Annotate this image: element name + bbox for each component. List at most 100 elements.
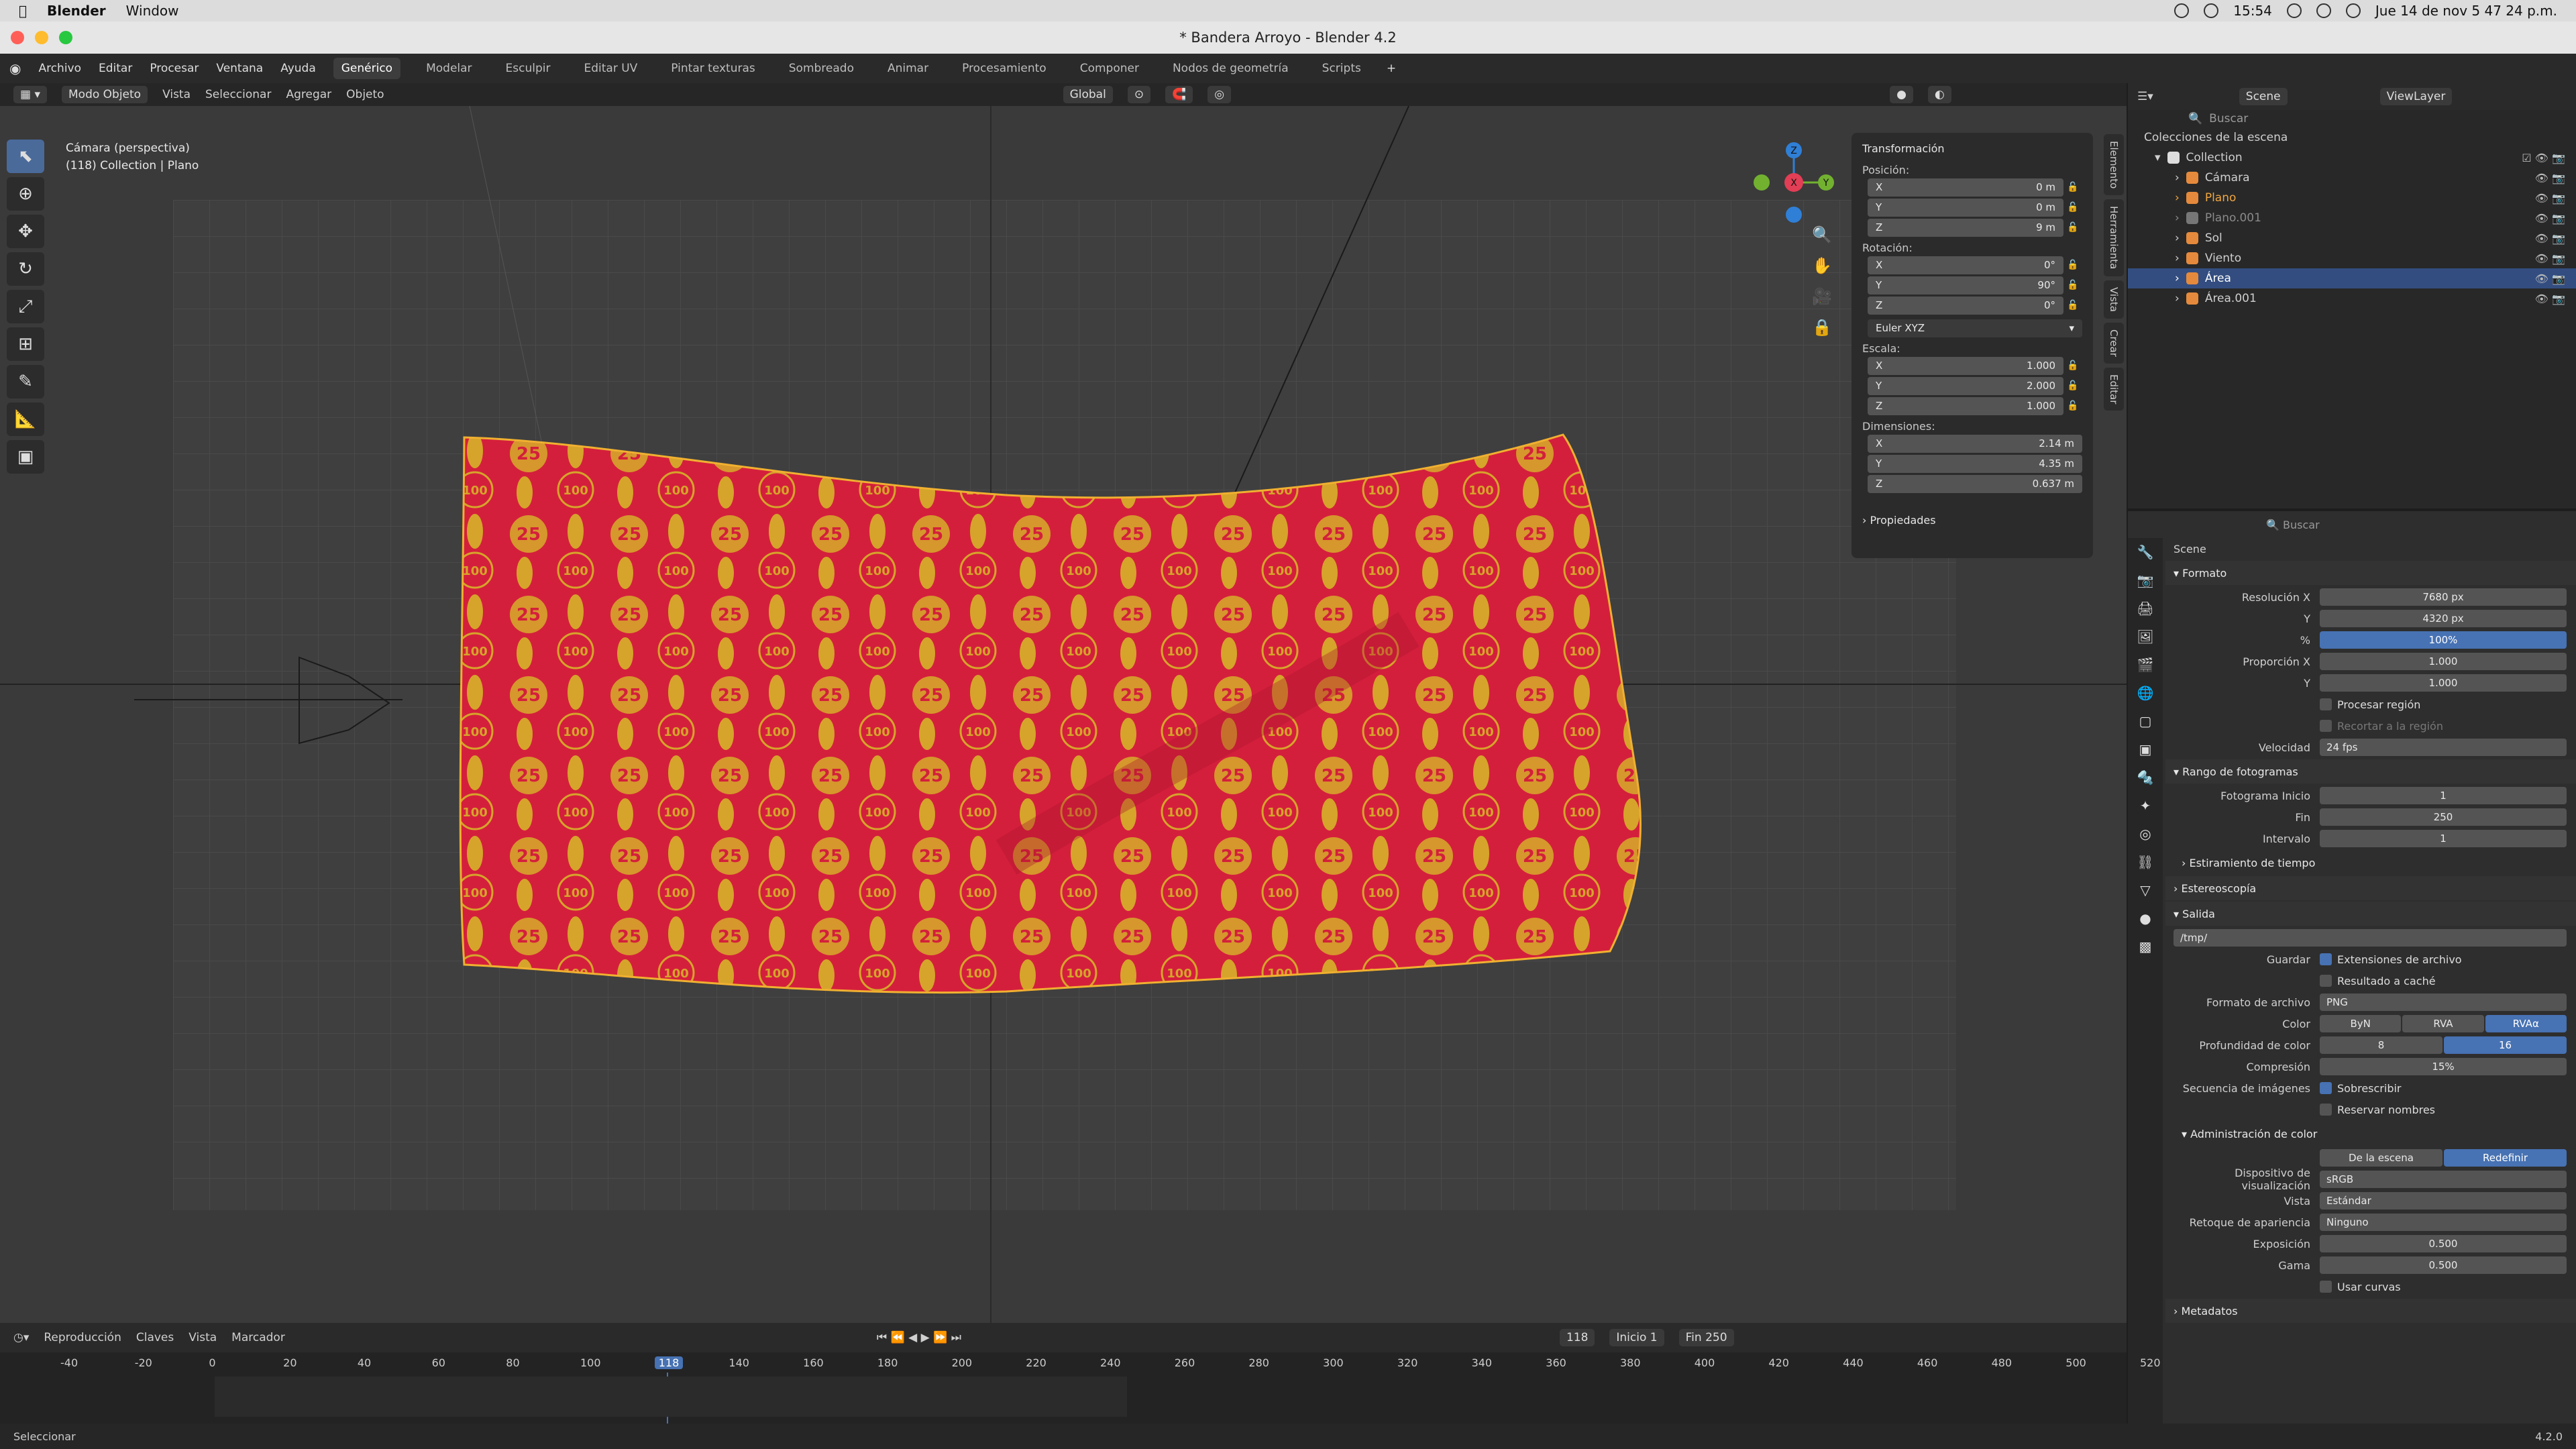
dim-z-row[interactable]: Z 0.637 m	[1868, 474, 2082, 494]
render-icon[interactable]: 📷	[2128, 566, 2163, 594]
add-workspace-icon[interactable]: +	[1387, 62, 1396, 75]
depth-8-button[interactable]: 8	[2320, 1036, 2443, 1054]
outliner-item-plano[interactable]: › Plano 👁 📷	[2128, 188, 2576, 208]
properties-search[interactable]: 🔍 Buscar	[2165, 511, 2576, 538]
material-icon[interactable]: ●	[2128, 904, 2163, 932]
menu-vista[interactable]: Vista	[189, 1331, 217, 1344]
section-rango[interactable]: ▾ Rango de fotogramas	[2165, 759, 2576, 784]
status-icon[interactable]	[2204, 3, 2219, 18]
status-icon[interactable]	[2174, 3, 2190, 18]
properties-subpanel[interactable]: › Propiedades	[1851, 504, 2093, 531]
lock-icon[interactable]: 🔓	[2063, 400, 2082, 411]
tab-vista[interactable]: Vista	[2104, 280, 2124, 319]
cm-override-button[interactable]: Redefinir	[2444, 1149, 2567, 1167]
start-frame-field[interactable]: Inicio 1	[1609, 1329, 1664, 1346]
tab-generico[interactable]: Genérico	[333, 58, 401, 79]
timeline-ruler[interactable]: -40 -20 0 20 40 60 80 100 118 140 160 180 200 220 240 2…	[0, 1354, 2161, 1426]
editor-type-button[interactable]: ▦ ▾	[13, 86, 47, 103]
section-formato[interactable]: ▾ Formato	[2165, 561, 2576, 585]
control-center-icon[interactable]	[2345, 3, 2361, 18]
current-frame-field[interactable]: 118	[1559, 1329, 1595, 1346]
app-menu[interactable]: Blender	[47, 3, 106, 19]
look-select[interactable]: Ninguno	[2320, 1214, 2567, 1231]
outliner-item-area[interactable]: › Área 👁 📷	[2128, 268, 2576, 288]
use-curves-checkbox[interactable]: Usar curvas	[2320, 1281, 2401, 1293]
tab-procesamiento[interactable]: Procesamiento	[954, 58, 1055, 79]
search-icon[interactable]	[2316, 3, 2331, 18]
pivot-icon[interactable]: ⊙	[1127, 86, 1151, 103]
zoom-icon[interactable]: 🔍	[1809, 225, 1835, 256]
placeholders-checkbox[interactable]: Reservar nombres	[2320, 1104, 2435, 1116]
fps-select[interactable]: 24 fps	[2320, 739, 2567, 756]
lock-icon[interactable]: 🔓	[2063, 280, 2082, 290]
viewlayer-select[interactable]: ViewLayer	[2379, 88, 2453, 105]
mode-select[interactable]: Modo Objeto	[62, 86, 148, 103]
lock-icon[interactable]: 🔓	[2063, 360, 2082, 371]
lock-icon[interactable]: 🔓	[2063, 202, 2082, 213]
section-metadata[interactable]: › Metadatos	[2165, 1299, 2576, 1323]
tab-sombreado[interactable]: Sombreado	[781, 58, 862, 79]
frame-start-field[interactable]: 1	[2320, 787, 2567, 804]
tab-pintar-texturas[interactable]: Pintar texturas	[663, 58, 763, 79]
editor-type-icon[interactable]: ☰▾	[2137, 90, 2153, 103]
file-extensions-checkbox[interactable]: Extensiones de archivo	[2320, 953, 2462, 966]
menu-claves[interactable]: Claves	[136, 1331, 174, 1344]
date-time[interactable]: Jue 14 de nov 5 47 24 p.m.	[2375, 3, 2557, 19]
menu-reproduccion[interactable]: Reproducción	[44, 1331, 121, 1344]
resolution-percent-field[interactable]: 100%	[2320, 631, 2567, 649]
tab-editar[interactable]: Editar	[2104, 367, 2124, 411]
tab-esculpir[interactable]: Esculpir	[498, 58, 559, 79]
depth-16-button[interactable]: 16	[2444, 1036, 2567, 1054]
cache-result-checkbox[interactable]: Resultado a caché	[2320, 975, 2436, 987]
rot-z-row[interactable]: Z 0° 🔓	[1868, 295, 2082, 315]
lock-icon[interactable]: 🔓	[2063, 182, 2082, 193]
cursor-tool-icon[interactable]: ⊕	[7, 177, 44, 211]
tool-icon[interactable]: 🔧	[2128, 538, 2163, 566]
transform-tool-icon[interactable]: ⊞	[7, 327, 44, 361]
loc-z-row[interactable]: Z9 m 🔓	[1868, 217, 2082, 237]
outliner-item-plano001[interactable]: › Plano.001 👁 📷	[2128, 208, 2576, 228]
view-transform-select[interactable]: Estándar	[2320, 1192, 2567, 1210]
crop-checkbox[interactable]: Recortar a la región	[2320, 720, 2443, 733]
rotate-tool-icon[interactable]: ↻	[7, 252, 44, 286]
scale-z-row[interactable]: Z 1.000 🔓	[1868, 396, 2082, 416]
orientation-select[interactable]: Global	[1063, 86, 1113, 103]
lock-icon[interactable]: 🔓	[2063, 222, 2082, 233]
menu-ventana[interactable]: Ventana	[216, 62, 263, 75]
data-icon[interactable]: ▽	[2128, 876, 2163, 904]
outliner-collection[interactable]: ▾ Collection ☑ 👁 📷	[2128, 148, 2576, 168]
annotate-tool-icon[interactable]: ✎	[7, 365, 44, 398]
frame-end-field[interactable]: 250	[2320, 808, 2567, 826]
resolution-y-field[interactable]: 4320 px	[2320, 610, 2567, 627]
tab-animar[interactable]: Animar	[879, 58, 936, 79]
rotation-mode-select[interactable]: Euler XYZ ▾	[1868, 318, 2082, 338]
apple-icon[interactable]: 	[19, 3, 27, 19]
snap-icon[interactable]: 🧲	[1165, 86, 1193, 103]
navigation-gizmo[interactable]: Z Y X	[1751, 140, 1837, 225]
view-layer-icon[interactable]: 🖼	[2128, 623, 2163, 651]
outliner-item-sol[interactable]: › Sol 👁 📷	[2128, 228, 2576, 248]
output-icon[interactable]: 🖨	[2128, 594, 2163, 623]
constraint-icon[interactable]: ⛓	[2128, 848, 2163, 876]
collection-icon[interactable]: ▢	[2128, 707, 2163, 735]
tab-componer[interactable]: Componer	[1072, 58, 1147, 79]
lock-icon[interactable]: 🔓	[2063, 300, 2082, 311]
shading-solid-icon[interactable]: ●	[1890, 86, 1913, 103]
camera-view-icon[interactable]: 🎥	[1809, 287, 1835, 318]
scene-icon[interactable]: 🎬	[2128, 651, 2163, 679]
scale-x-row[interactable]: X 1.000 🔓	[1868, 356, 2082, 376]
aspect-x-field[interactable]: 1.000	[2320, 653, 2567, 670]
loc-y-row[interactable]: Y0 m 🔓	[1868, 197, 2082, 217]
menu-objeto[interactable]: Objeto	[346, 88, 384, 101]
particles-icon[interactable]: ✦	[2128, 792, 2163, 820]
loc-x-row[interactable]: X0 m 🔓	[1868, 177, 2082, 197]
tab-scripts[interactable]: Scripts	[1314, 58, 1369, 79]
menu-vista[interactable]: Vista	[162, 88, 191, 101]
outliner-item-viento[interactable]: › Viento 👁 📷	[2128, 248, 2576, 268]
timeline[interactable]: ◷▾ Reproducción Claves Vista Marcador ⏮ …	[0, 1323, 2161, 1426]
menu-editar[interactable]: Editar	[99, 62, 132, 75]
shading-material-icon[interactable]: ◐	[1927, 86, 1951, 103]
editor-type-icon[interactable]: ◷▾	[13, 1331, 29, 1344]
select-tool-icon[interactable]: ⬉	[7, 140, 44, 173]
playback-controls[interactable]: ⏮ ⏪ ◀ ▶ ⏩ ⏭	[877, 1331, 961, 1344]
